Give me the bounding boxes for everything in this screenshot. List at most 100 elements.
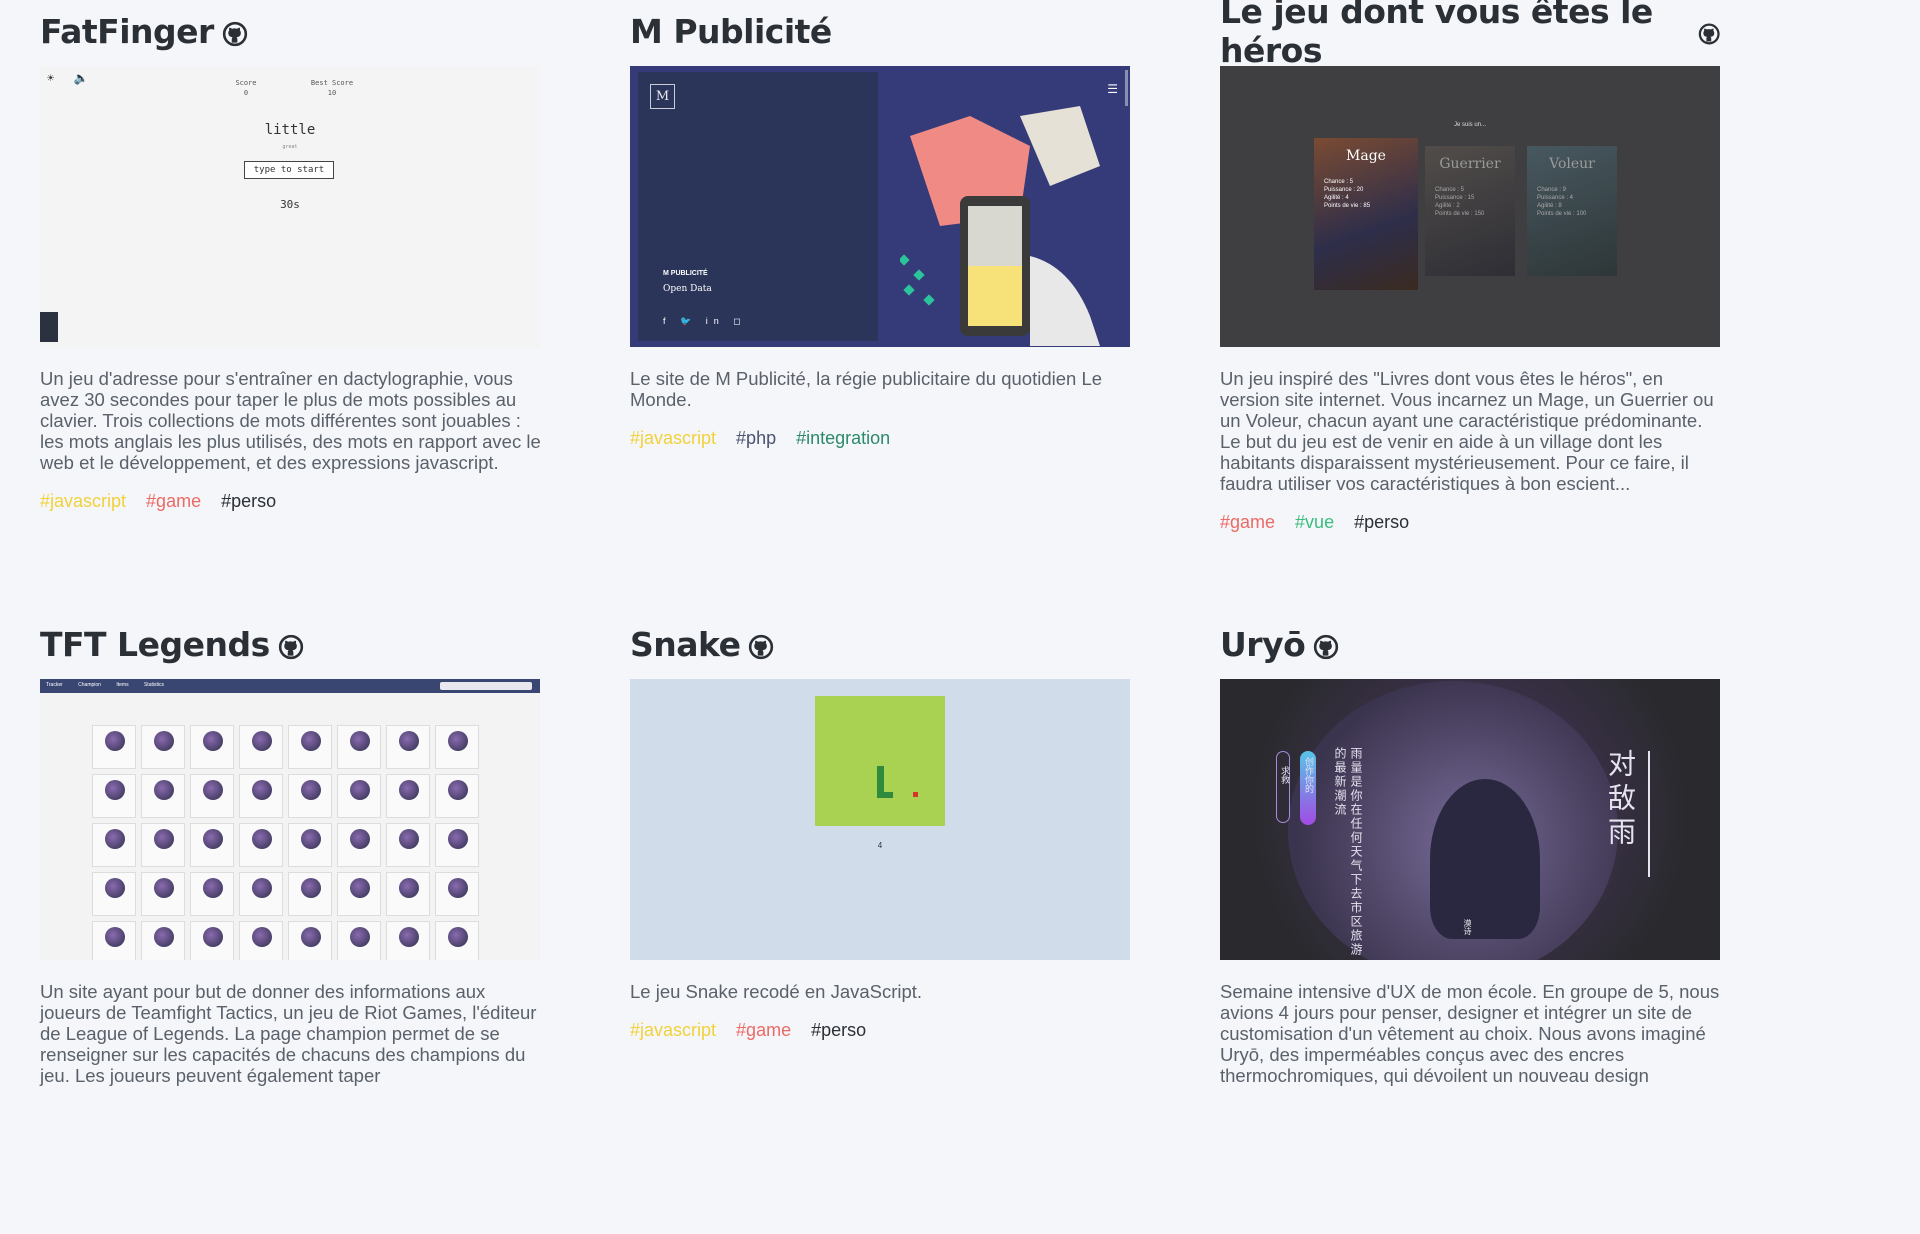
champion-cell — [141, 725, 185, 769]
project-card-fatfinger: FatFinger ☀ 🔈 Score 0 Best Score 10 litt… — [40, 8, 541, 621]
project-tags: #javascript #game #perso — [630, 1020, 1130, 1041]
type-input: type to start — [244, 161, 334, 179]
project-card-le-jeu: Le jeu dont vous êtes le héros Je suis u… — [1220, 0, 1720, 621]
project-description: Semaine intensive d'UX de mon école. En … — [1220, 981, 1720, 1086]
best-score-box: Best Score 10 — [302, 78, 362, 98]
champion-cell — [190, 823, 234, 867]
champion-cell — [141, 921, 185, 960]
nav-items: Tracker Champion Items Statistics — [46, 682, 164, 688]
class-card-mage: Mage Chance : 5 Puissance : 20 Agilité :… — [1314, 138, 1418, 290]
menu-icon: ☰ — [1107, 82, 1118, 96]
project-tags: #javascript #php #integration — [630, 428, 1130, 449]
project-card-m-publicite: M Publicité M M PUBLICITÉ Open Data f 🐦 … — [630, 8, 1130, 621]
project-thumbnail[interactable]: 4 — [630, 679, 1130, 960]
class-stats: Chance : 5 Puissance : 20 Agilité : 4 Po… — [1324, 179, 1371, 209]
nav-item: Statistics — [143, 682, 164, 688]
project-title[interactable]: Uryō — [1220, 621, 1720, 667]
github-icon[interactable] — [1698, 21, 1720, 47]
class-stats: Chance : 9 Puissance : 4 Agilité : 8 Poi… — [1537, 187, 1587, 217]
scrollbar — [1125, 70, 1128, 106]
game-field — [815, 696, 945, 826]
champion-cell — [92, 921, 136, 960]
project-title-text[interactable]: Snake — [630, 625, 741, 664]
current-word: little — [264, 122, 316, 138]
project-title[interactable]: Le jeu dont vous êtes le héros — [1220, 0, 1720, 70]
project-title-text[interactable]: TFT Legends — [40, 625, 270, 664]
project-title-text[interactable]: Uryō — [1220, 625, 1306, 664]
poem-text: 雨量是你在任何天气下去市区旅游的最新潮流 — [1333, 747, 1363, 957]
project-description: Le site de M Publicité, la régie publici… — [630, 368, 1103, 410]
project-thumbnail[interactable]: 求救 创作你的 雨量是你在任何天气下去市区旅游的最新潮流 对敌雨 漠诗 — [1220, 679, 1720, 960]
project-thumbnail[interactable]: ☀ 🔈 Score 0 Best Score 10 little great t… — [40, 66, 540, 347]
tag[interactable]: #perso — [221, 491, 276, 512]
snake-food — [913, 792, 918, 797]
tag[interactable]: #php — [736, 428, 776, 449]
project-description: Un site ayant pour but de donner des inf… — [40, 981, 537, 1086]
champion-cell — [239, 921, 283, 960]
github-icon[interactable] — [748, 634, 774, 660]
left-panel: M M PUBLICITÉ Open Data f 🐦 in ◻ — [638, 72, 878, 341]
project-card-tft-legends: TFT Legends Tracker Champion Items Stati… — [40, 621, 540, 1234]
champion-cell — [141, 774, 185, 818]
score-value: 0 — [243, 89, 249, 97]
tag[interactable]: #javascript — [630, 1020, 716, 1041]
project-description: Un jeu inspiré des "Livres dont vous ête… — [1220, 368, 1714, 494]
champion-cell — [288, 774, 332, 818]
champion-cell — [190, 921, 234, 960]
project-thumbnail[interactable]: Je suis un... Mage Chance : 5 Puissance … — [1220, 66, 1720, 347]
project-thumbnail[interactable]: Tracker Champion Items Statistics — [40, 679, 540, 960]
class-card-guerrier: Guerrier Chance : 5 Puissance : 15 Agili… — [1425, 146, 1515, 276]
champion-cell — [288, 872, 332, 916]
champion-cell — [386, 725, 430, 769]
class-stats: Chance : 5 Puissance : 15 Agilité : 2 Po… — [1435, 187, 1485, 217]
project-title-text[interactable]: Le jeu dont vous êtes le héros — [1220, 0, 1690, 70]
project-title-text[interactable]: M Publicité — [630, 12, 832, 51]
tag[interactable]: #perso — [1354, 512, 1409, 533]
tag[interactable]: #vue — [1295, 512, 1334, 533]
snake-score: 4 — [877, 841, 883, 850]
open-data-link: Open Data — [663, 284, 712, 294]
nav-item: Champion — [78, 682, 101, 688]
tag[interactable]: #integration — [796, 428, 890, 449]
project-thumbnail[interactable]: M M PUBLICITÉ Open Data f 🐦 in ◻ ☰ — [630, 66, 1130, 347]
pill-right-text: 创作你的 — [1303, 757, 1313, 793]
champion-cell — [337, 823, 381, 867]
tag[interactable]: #javascript — [40, 491, 126, 512]
github-icon[interactable] — [222, 21, 248, 47]
project-title[interactable]: M Publicité — [630, 8, 1130, 54]
champion-cell — [239, 823, 283, 867]
champion-cell — [435, 823, 479, 867]
project-title[interactable]: FatFinger — [40, 8, 540, 54]
project-title[interactable]: TFT Legends — [40, 621, 540, 667]
champion-cell — [386, 823, 430, 867]
settings-icons: ☀ 🔈 — [47, 71, 95, 85]
project-tags: #game #vue #perso — [1220, 512, 1720, 533]
class-name: Guerrier — [1439, 156, 1501, 172]
pill-left: 求救 — [1276, 751, 1290, 823]
nav-item: Items — [116, 682, 129, 688]
project-title-text[interactable]: FatFinger — [40, 12, 214, 51]
tag[interactable]: #game — [146, 491, 201, 512]
champion-cell — [386, 921, 430, 960]
tag[interactable]: #perso — [811, 1020, 866, 1041]
champion-cell — [435, 872, 479, 916]
champion-cell — [435, 774, 479, 818]
champion-cell — [288, 921, 332, 960]
snake-body — [877, 792, 893, 798]
champion-cell — [141, 823, 185, 867]
class-name: Voleur — [1549, 156, 1595, 172]
champion-cell — [288, 823, 332, 867]
project-card-uryo: Uryō 求救 创作你的 雨量是你在任何天气下去市区旅游的最新潮流 对敌雨 漠诗… — [1220, 621, 1720, 1234]
champion-cell — [239, 725, 283, 769]
tag[interactable]: #javascript — [630, 428, 716, 449]
project-title[interactable]: Snake — [630, 621, 1130, 667]
champion-cell — [92, 725, 136, 769]
best-score-label: Best Score — [310, 79, 354, 87]
github-icon[interactable] — [1313, 634, 1339, 660]
tag[interactable]: #game — [1220, 512, 1275, 533]
social-icons: f 🐦 in ◻ — [663, 316, 747, 326]
search-field — [440, 682, 532, 690]
next-word: great — [282, 144, 298, 150]
tag[interactable]: #game — [736, 1020, 791, 1041]
github-icon[interactable] — [278, 634, 304, 660]
